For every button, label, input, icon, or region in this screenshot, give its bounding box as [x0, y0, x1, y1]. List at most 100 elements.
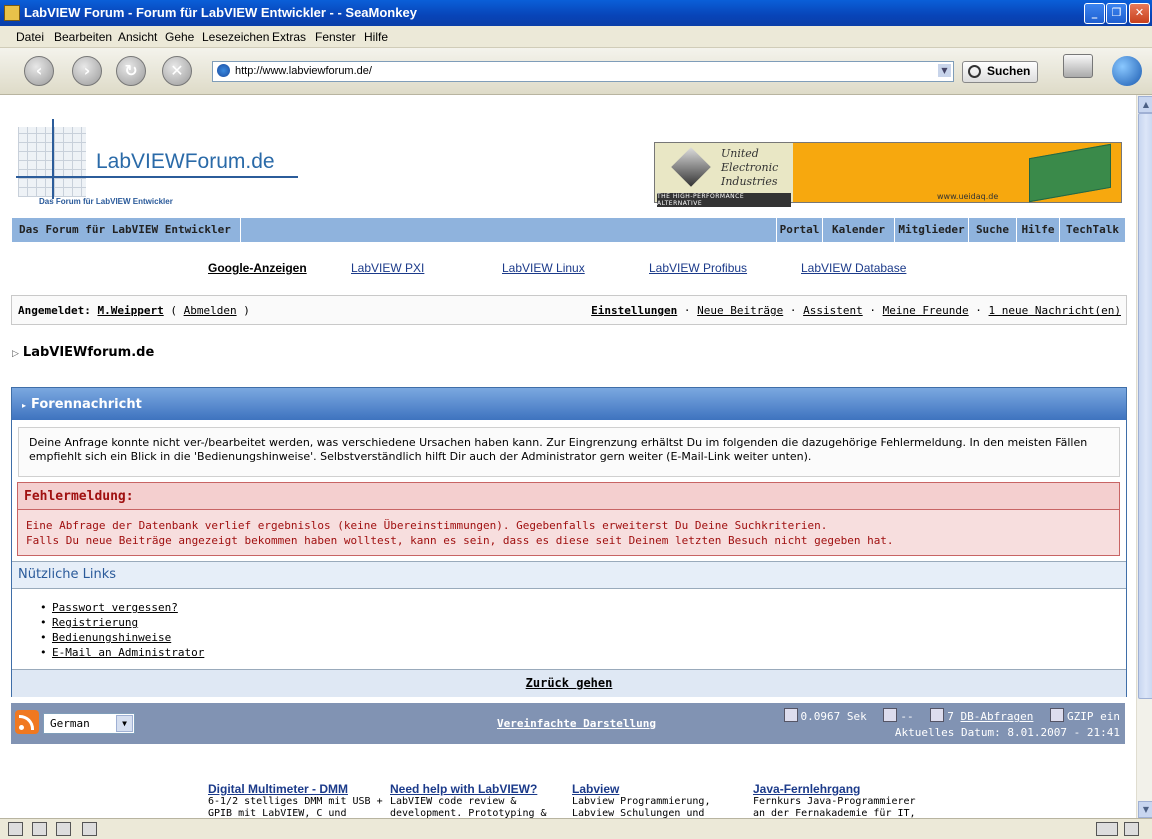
window-titlebar: LabVIEW Forum - Forum für LabVIEW Entwic…: [0, 0, 1152, 26]
error-box: Fehlermeldung: Eine Abfrage der Datenban…: [17, 482, 1120, 556]
assistant-link[interactable]: Assistent: [803, 304, 863, 317]
settings-link[interactable]: Einstellungen: [591, 304, 677, 317]
ad-banner[interactable]: United Electronic Industries THE HIGH-PE…: [654, 142, 1122, 207]
current-date: Aktuelles Datum: 8.01.2007 - 21:41: [894, 726, 1120, 739]
banner-brand-area: United Electronic Industries THE HIGH-PE…: [655, 143, 793, 207]
text-ad: Java-Fernlehrgang Fernkurs Java-Programm…: [753, 782, 933, 818]
composer-icon[interactable]: [56, 822, 71, 836]
ad-link-profibus[interactable]: LabVIEW Profibus: [649, 261, 747, 275]
breadcrumb-text[interactable]: LabVIEWforum.de: [23, 345, 154, 360]
logo-subtitle: Das Forum für LabVIEW Entwickler: [39, 197, 173, 206]
site-logo[interactable]: LabVIEWForum.de Das Forum für LabVIEW En…: [12, 117, 302, 209]
page-content: LabVIEWForum.de Das Forum für LabVIEW En…: [0, 95, 1136, 818]
gzip-status: GZIP ein: [1067, 710, 1120, 723]
simple-view-link[interactable]: Vereinfachte Darstellung: [497, 717, 656, 730]
menu-extras[interactable]: Extras: [272, 30, 306, 44]
clock-icon: [783, 708, 798, 722]
mail-icon[interactable]: [32, 822, 47, 836]
breadcrumb: ▷ LabVIEWforum.de: [12, 345, 154, 360]
security-lock-icon: [1124, 822, 1139, 836]
nav-suche[interactable]: Suche: [968, 218, 1016, 242]
banner-tagline: THE HIGH-PERFORMANCE ALTERNATIVE: [657, 193, 791, 207]
register-link[interactable]: Registrierung: [52, 616, 138, 629]
logo-text: LabVIEWForum.de: [96, 150, 275, 173]
nav-mitglieder[interactable]: Mitglieder: [894, 218, 968, 242]
db-queries-link[interactable]: DB-Abfragen: [961, 710, 1034, 723]
menu-fenster[interactable]: Fenster: [315, 30, 356, 44]
vertical-scrollbar[interactable]: ▲ ▼: [1136, 95, 1152, 818]
new-posts-link[interactable]: Neue Beiträge: [697, 304, 783, 317]
breadcrumb-arrow-icon: ▷: [12, 349, 19, 359]
list-item: Passwort vergessen?: [40, 600, 204, 615]
email-admin-link[interactable]: E-Mail an Administrator: [52, 646, 204, 659]
forum-navbar: Das Forum für LabVIEW Entwickler Portal …: [12, 218, 1125, 242]
login-status: Angemeldet: M.Weippert ( Abmelden ): [18, 304, 250, 317]
minimize-button[interactable]: _: [1084, 3, 1105, 24]
text-ad: Labview Labview Programmierung, Labview …: [572, 782, 752, 818]
error-line-2: Falls Du neue Beiträge angezeigt bekomme…: [26, 534, 894, 547]
text-ad: Need help with LabVIEW? LabVIEW code rev…: [390, 782, 570, 818]
username-link[interactable]: M.Weippert: [97, 304, 163, 317]
close-button[interactable]: ✕: [1129, 3, 1150, 24]
ad-link-linux[interactable]: LabVIEW Linux: [502, 261, 585, 275]
chevron-down-icon: ▼: [116, 715, 133, 732]
menu-bearbeiten[interactable]: Bearbeiten: [54, 30, 112, 44]
forgot-password-link[interactable]: Passwort vergessen?: [52, 601, 178, 614]
menu-lesezeichen[interactable]: Lesezeichen: [202, 30, 269, 44]
new-message-link[interactable]: 1 neue Nachricht(en): [989, 304, 1121, 317]
forum-footer: German ▼ Vereinfachte Darstellung 0.0967…: [11, 703, 1125, 744]
logout-link[interactable]: Abmelden: [184, 304, 237, 317]
page-stats: 0.0967 Sek -- 7 DB-Abfragen GZIP ein Akt…: [781, 708, 1120, 741]
search-button[interactable]: Suchen: [962, 61, 1038, 83]
menu-gehe[interactable]: Gehe: [165, 30, 194, 44]
useful-links-list: Passwort vergessen? Registrierung Bedien…: [40, 600, 204, 660]
login-prefix: Angemeldet:: [18, 304, 91, 317]
ad-link-database[interactable]: LabVIEW Database: [801, 261, 906, 275]
scroll-up-icon[interactable]: ▲: [1138, 96, 1152, 113]
server-load-icon: [883, 708, 898, 722]
ad-title[interactable]: Labview: [572, 782, 752, 796]
ad-title[interactable]: Digital Multimeter - DMM: [208, 782, 388, 796]
ad-description: LabVIEW code review & development. Proto…: [390, 796, 547, 818]
menu-ansicht[interactable]: Ansicht: [118, 30, 157, 44]
friends-link[interactable]: Meine Freunde: [883, 304, 969, 317]
ad-title[interactable]: Java-Fernlehrgang: [753, 782, 933, 796]
ad-title[interactable]: Need help with LabVIEW?: [390, 782, 570, 796]
reload-icon[interactable]: ↻: [116, 56, 146, 86]
ad-link-pxi[interactable]: LabVIEW PXI: [351, 261, 424, 275]
back-icon[interactable]: ‹: [24, 56, 54, 86]
language-select[interactable]: German ▼: [43, 713, 135, 734]
print-icon[interactable]: [1063, 54, 1093, 78]
circuit-board-icon: [1029, 143, 1111, 203]
seamonkey-logo-icon: [1112, 56, 1142, 86]
rss-icon[interactable]: [15, 710, 39, 734]
language-value: German: [50, 717, 90, 730]
status-bar: [0, 818, 1152, 839]
login-bar: Angemeldet: M.Weippert ( Abmelden ) Eins…: [11, 295, 1127, 325]
navigator-icon[interactable]: [8, 822, 23, 836]
nav-hilfe[interactable]: Hilfe: [1016, 218, 1059, 242]
nav-portal[interactable]: Portal: [776, 218, 822, 242]
nav-techtalk[interactable]: TechTalk: [1059, 218, 1125, 242]
nav-kalender[interactable]: Kalender: [822, 218, 894, 242]
message-text-box: Deine Anfrage konnte nicht ver-/bearbeit…: [18, 427, 1120, 477]
menu-datei[interactable]: Datei: [16, 30, 44, 44]
message-text: Deine Anfrage konnte nicht ver-/bearbeit…: [29, 436, 1088, 463]
maximize-button[interactable]: ❐: [1106, 3, 1127, 24]
ad-description: Labview Programmierung, Labview Schulung…: [572, 796, 711, 818]
url-dropdown-icon[interactable]: ▼: [938, 64, 951, 77]
ad-description: 6-1/2 stelliges DMM mit USB + GPIB mit L…: [208, 796, 383, 818]
menu-hilfe[interactable]: Hilfe: [364, 30, 388, 44]
google-ads-label[interactable]: Google-Anzeigen: [208, 261, 307, 275]
globe-icon: [217, 64, 230, 77]
search-button-label: Suchen: [987, 64, 1031, 78]
online-status-icon: [1096, 822, 1118, 836]
addressbook-icon[interactable]: [82, 822, 97, 836]
forward-icon[interactable]: ›: [72, 56, 102, 86]
back-link[interactable]: Zurück gehen: [526, 676, 613, 690]
scroll-thumb[interactable]: [1138, 113, 1152, 699]
url-input[interactable]: http://www.labviewforum.de/ ▼: [212, 61, 954, 82]
stop-icon[interactable]: ✕: [162, 56, 192, 86]
scroll-down-icon[interactable]: ▼: [1138, 801, 1152, 818]
instructions-link[interactable]: Bedienungshinweise: [52, 631, 171, 644]
